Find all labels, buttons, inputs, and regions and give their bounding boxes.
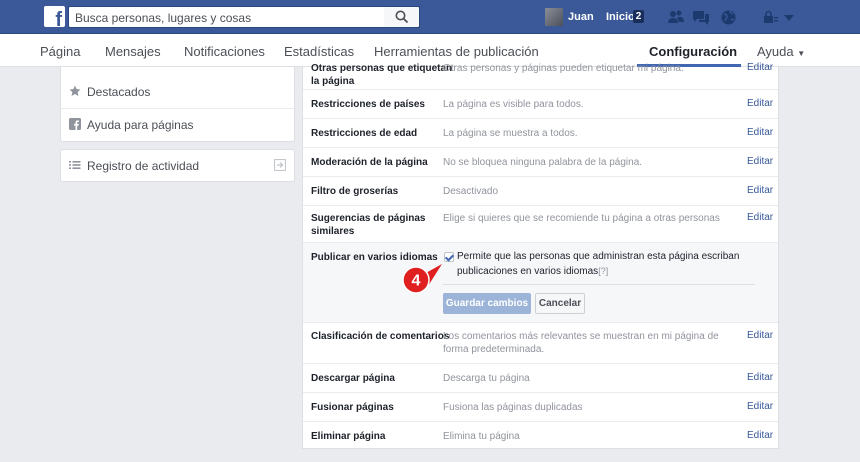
lock-icon[interactable] [762,9,779,26]
chevron-down-icon: ▼ [797,49,806,58]
multilanguage-checkbox[interactable] [444,252,454,262]
row-label: Restricciones de países [311,99,425,110]
save-changes-button[interactable]: Guardar cambios [443,293,531,314]
sidebar-item-label: Registro de actividad [87,159,200,173]
tab-configuracion[interactable]: Configuración [649,44,737,59]
user-name: Juan [568,11,594,23]
edit-link[interactable]: Editar [747,330,773,341]
edit-link[interactable]: Editar [747,98,773,109]
home-badge: 2 [633,10,644,23]
settings-row-paises: Restricciones de países La página es vis… [303,90,778,119]
edit-link[interactable]: Editar [747,127,773,138]
row-value: La página se muestra a todos. [443,128,578,139]
settings-row-fusionar: Fusionar páginas Fusiona las páginas dup… [303,393,778,422]
step-number: 4 [412,273,421,290]
tab-ayuda[interactable]: Ayuda ▼ [757,44,805,59]
facebook-icon [69,118,81,130]
row-label: Filtro de groserías [311,186,399,197]
row-value: No se bloquea ninguna palabra de la pági… [443,157,643,168]
row-value: La página es visible para todos. [443,99,584,110]
edit-link[interactable]: Editar [747,401,773,412]
settings-row-eliminar: Eliminar página Elimina tu página Editar [303,422,778,449]
row-label: Publicar en varios idiomas [311,252,438,263]
search-button[interactable] [384,6,420,28]
sidebar-card-links: Destacados Ayuda para páginas [60,67,295,142]
settings-panel: Otras personas que etiquetan la página Ot… [302,62,779,449]
row-value: Otras personas y páginas pueden etiqueta… [443,63,684,74]
search-icon [395,10,409,24]
row-value: Descarga tu página [443,373,530,384]
list-icon [69,159,81,171]
edit-link[interactable]: Editar [747,156,773,167]
export-icon[interactable] [274,159,286,174]
tab-notificaciones[interactable]: Notificaciones [184,44,265,59]
row-value: Los comentarios más relevantes se muestr… [443,331,719,355]
settings-row-edad: Restricciones de edad La página se muest… [303,119,778,148]
edit-link[interactable]: Editar [747,62,773,73]
tab-pagina[interactable]: Página [40,44,80,59]
sidebar-item-registro[interactable]: Registro de actividad [61,150,294,182]
settings-row-idiomas-expanded: Publicar en varios idiomas Permite que l… [303,243,778,323]
settings-row-sugerencias: Sugerencias de páginas similares Elige si… [303,206,778,243]
tab-mensajes[interactable]: Mensajes [105,44,161,59]
row-value: Desactivado [443,186,499,197]
row-value: Fusiona las páginas duplicadas [443,402,583,413]
settings-row-moderacion: Moderación de la página No se bloquea ni… [303,148,778,177]
facebook-logo-icon[interactable]: f [44,6,65,30]
help-link[interactable]: [?] [598,266,608,276]
search-input[interactable]: Busca personas, lugares y cosas [68,6,420,28]
edit-link[interactable]: Editar [747,372,773,383]
messages-icon[interactable] [692,9,709,26]
row-label: Fusionar páginas [311,402,394,413]
settings-row-etiquetas: Otras personas que etiquetan la página Ot… [303,62,778,90]
tab-estadisticas[interactable]: Estadísticas [284,44,354,59]
sidebar-item-label: Destacados [87,85,151,99]
row-value: Elige si quieres que se recomiende tu pá… [443,213,720,224]
star-icon [69,85,81,97]
cancel-button[interactable]: Cancelar [535,293,585,314]
tab-herramientas[interactable]: Herramientas de publicación [374,44,539,59]
edit-link[interactable]: Editar [747,212,773,223]
search-placeholder: Busca personas, lugares y cosas [75,11,252,25]
multilanguage-description: Permite que las personas que administran… [457,251,740,277]
settings-row-comentarios: Clasificación de comentarios Los comenta… [303,323,778,364]
sidebar-item-ayuda[interactable]: Ayuda para páginas [61,109,294,141]
row-value: Elimina tu página [443,431,520,442]
dropdown-icon[interactable] [783,9,800,26]
row-label: Clasificación de comentarios [311,331,450,342]
tab-ayuda-label: Ayuda [757,44,794,59]
globe-icon[interactable] [720,9,737,26]
sidebar-item-destacados[interactable]: Destacados [61,76,294,109]
settings-row-descargar: Descargar página Descarga tu página Edit… [303,364,778,393]
friends-icon[interactable] [667,9,684,26]
row-label: Otras personas que etiquetan la página [311,63,453,87]
row-label: Eliminar página [311,431,386,442]
home-link[interactable]: Inicio [606,11,635,23]
divider [443,284,755,285]
step-marker: 4 [402,264,442,294]
settings-row-groserias: Filtro de groserías Desactivado Editar [303,177,778,206]
edit-link[interactable]: Editar [747,185,773,196]
edit-link[interactable]: Editar [747,430,773,441]
row-label: Sugerencias de páginas similares [311,213,426,237]
row-label: Descargar página [311,373,395,384]
row-label: Moderación de la página [311,157,428,168]
avatar [545,8,563,26]
sidebar-card-activity: Registro de actividad [60,149,295,182]
top-bar: f Busca personas, lugares y cosas Juan I… [0,0,860,34]
sidebar-item-label: Ayuda para páginas [87,118,194,132]
row-label: Restricciones de edad [311,128,418,139]
